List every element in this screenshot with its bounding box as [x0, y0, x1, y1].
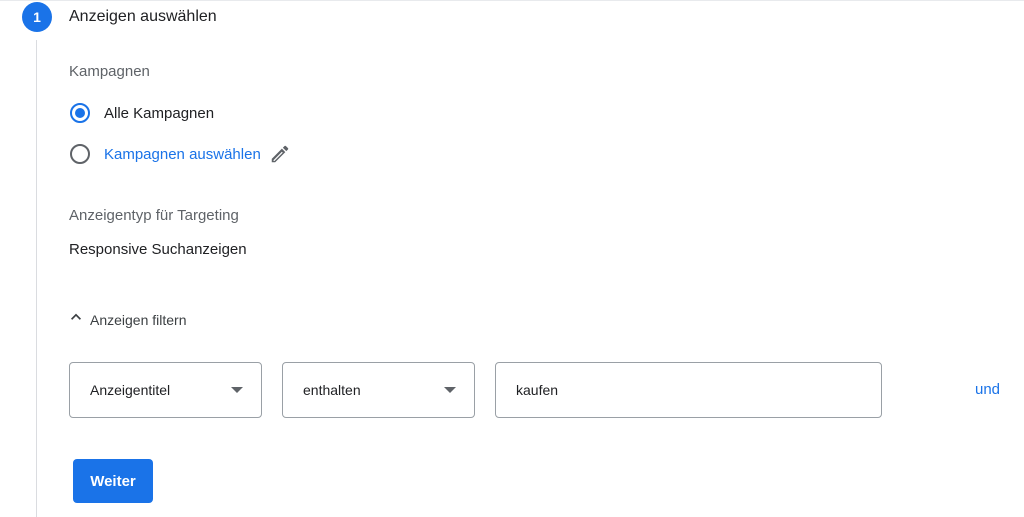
dropdown-arrow-icon — [444, 387, 456, 393]
filter-field-select[interactable]: Anzeigentitel — [69, 362, 262, 418]
continue-button[interactable]: Weiter — [73, 459, 153, 503]
step-number-badge: 1 — [22, 2, 52, 32]
top-divider — [0, 0, 1024, 1]
radio-select-campaigns[interactable]: Kampagnen auswählen — [70, 143, 291, 165]
filter-operator-select[interactable]: enthalten — [282, 362, 475, 418]
filter-value-input[interactable]: kaufen — [495, 362, 882, 418]
ad-type-value: Responsive Suchanzeigen — [69, 241, 247, 258]
dropdown-arrow-icon — [231, 387, 243, 393]
radio-label-all-campaigns: Alle Kampagnen — [104, 104, 215, 122]
ad-type-label: Anzeigentyp für Targeting — [69, 207, 239, 224]
radio-button-selected[interactable] — [70, 103, 90, 123]
and-condition-link[interactable]: und — [975, 381, 1000, 398]
filter-value-text[interactable]: kaufen — [496, 382, 881, 398]
filter-operator-value: enthalten — [303, 382, 361, 398]
pencil-icon[interactable] — [269, 143, 291, 165]
step-title: Anzeigen auswählen — [69, 8, 217, 25]
filter-field-value: Anzeigentitel — [90, 382, 171, 398]
radio-all-campaigns[interactable]: Alle Kampagnen — [70, 103, 214, 123]
campaigns-label: Kampagnen — [69, 63, 150, 80]
filter-ads-toggle[interactable]: Anzeigen filtern — [66, 307, 187, 332]
radio-button-unselected[interactable] — [70, 144, 90, 164]
radio-label-select-campaigns[interactable]: Kampagnen auswählen — [104, 146, 261, 163]
filter-ads-label: Anzeigen filtern — [90, 311, 187, 328]
step-rail — [36, 40, 37, 517]
chevron-up-icon — [66, 307, 86, 332]
